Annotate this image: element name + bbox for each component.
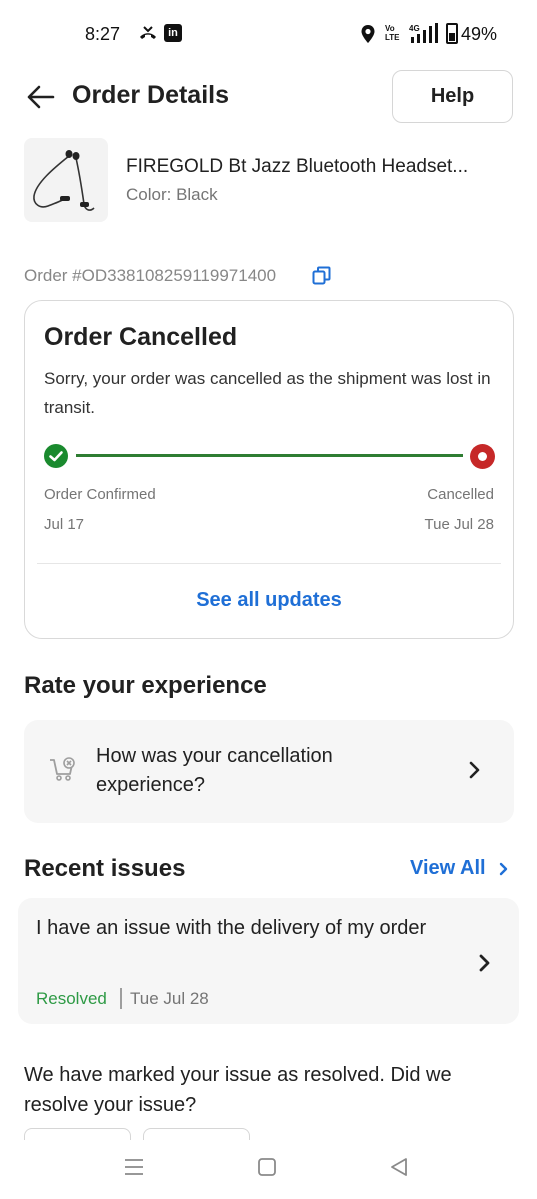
issue-item[interactable]: I have an issue with the delivery of my … (18, 898, 519, 1024)
product-color: Color: Black (126, 185, 218, 204)
volte-label: Vo LTE (385, 24, 400, 42)
issue-date: Tue Jul 28 (130, 989, 209, 1008)
cart-cancel-icon (50, 757, 75, 781)
back-arrow-icon[interactable] (24, 80, 58, 114)
linkedin-icon: in (164, 24, 182, 42)
view-all-link[interactable]: View All (410, 857, 486, 880)
missed-call-icon (140, 26, 156, 39)
order-status-card: Order Cancelled Sorry, your order was ca… (24, 300, 514, 639)
issue-text: I have an issue with the delivery of my … (36, 917, 427, 939)
recent-issues-heading: Recent issues (24, 855, 186, 882)
check-icon (44, 444, 68, 468)
navigation-bar (0, 1140, 537, 1199)
product-name[interactable]: FIREGOLD Bt Jazz Bluetooth Headset... (126, 156, 521, 178)
rate-experience-card[interactable]: How was your cancellation experience? (24, 720, 514, 823)
status-message: Sorry, your order was cancelled as the s… (44, 369, 491, 417)
step-end-label: Cancelled (427, 486, 494, 503)
copy-icon[interactable] (312, 266, 331, 285)
page-title: Order Details (72, 81, 230, 109)
order-id: Order #OD338108259119971400 (24, 266, 277, 285)
rate-heading: Rate your experience (24, 672, 267, 699)
menu-icon[interactable] (123, 1157, 145, 1177)
earphones-image (33, 150, 95, 211)
svg-text:4G: 4G (409, 24, 420, 33)
resolve-question: We have marked your issue as resolved. D… (24, 1064, 452, 1116)
back-icon[interactable] (388, 1156, 410, 1178)
product-image[interactable] (24, 138, 108, 222)
step-end-date: Tue Jul 28 (424, 516, 495, 533)
home-icon[interactable] (257, 1157, 277, 1177)
see-all-updates-link[interactable]: See all updates (25, 589, 513, 612)
signal-icon: 4G (409, 23, 438, 43)
battery-percent: 49% (461, 24, 498, 44)
status-time: 8:27 (85, 24, 121, 44)
chevron-right-icon[interactable] (496, 858, 512, 880)
help-button[interactable]: Help (392, 70, 513, 123)
rate-prompt: How was your cancellation experience? (96, 745, 333, 796)
cancelled-dot-icon (470, 444, 495, 469)
step-start-date: Jul 17 (44, 516, 85, 533)
divider (37, 563, 501, 564)
location-icon (361, 25, 375, 43)
separator (120, 988, 122, 1009)
issue-status: Resolved (36, 989, 107, 1008)
battery-icon (446, 23, 458, 44)
chevron-right-icon (479, 954, 490, 972)
status-title: Order Cancelled (44, 323, 238, 351)
step-start-label: Order Confirmed (44, 486, 156, 503)
progress-track (76, 454, 463, 457)
chevron-right-icon (469, 761, 480, 779)
status-bar: 8:27 in Vo LTE 4G 49% (0, 0, 537, 70)
